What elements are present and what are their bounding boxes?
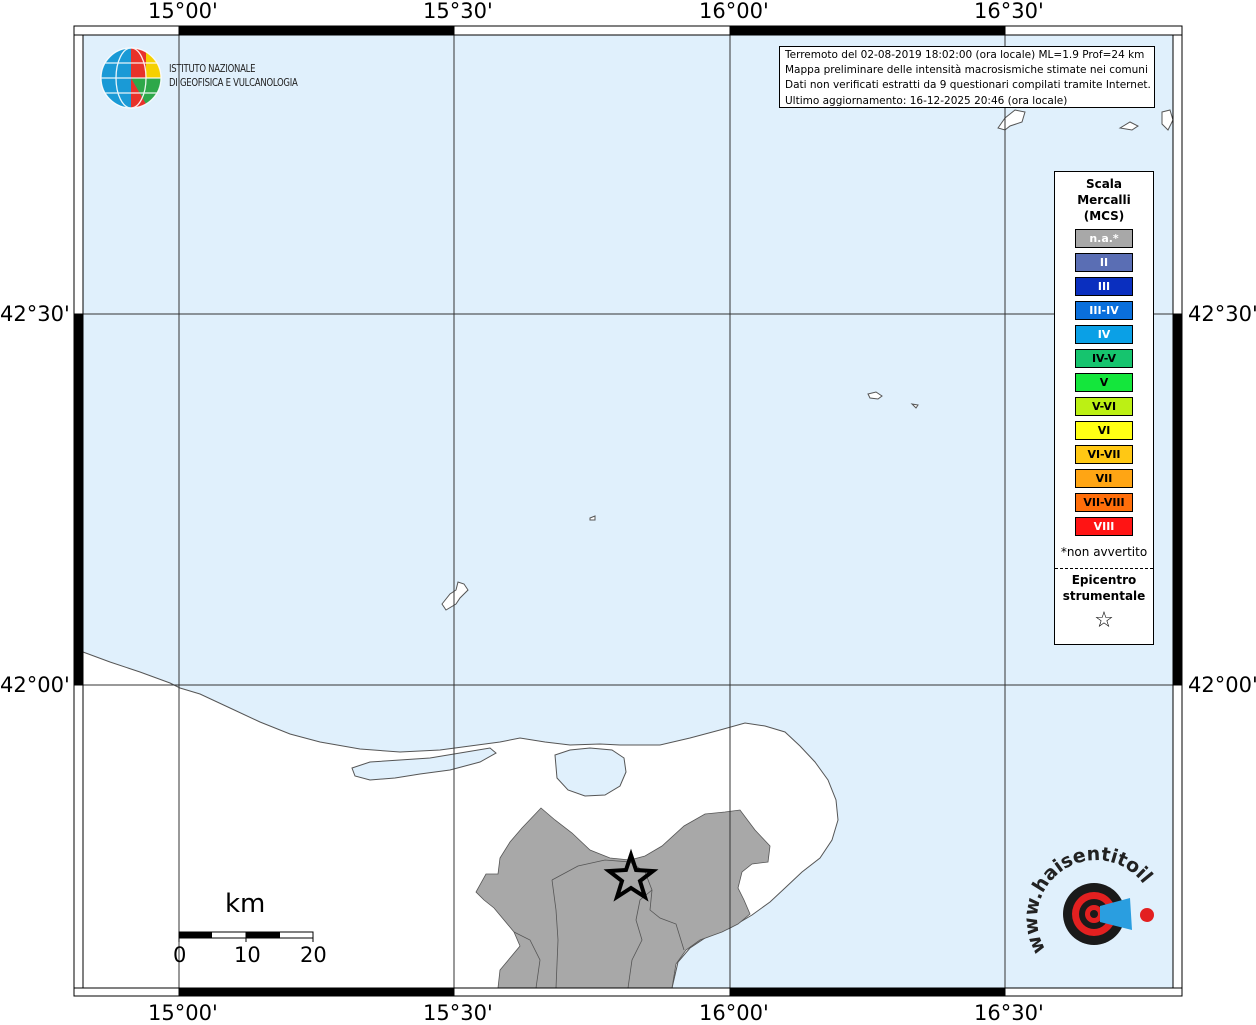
institute-name-line1: ISTITUTO NAZIONALE — [169, 63, 256, 75]
event-info-line2: Mappa preliminare delle intensità macros… — [785, 64, 1148, 77]
lon-label-bottom-1: 15°00' — [148, 1001, 218, 1025]
legend-swatch: n.a.* — [1075, 229, 1133, 248]
legend-title-line3: (MCS) — [1083, 209, 1125, 223]
legend-swatch: VIII — [1075, 517, 1133, 536]
legend-swatch: VI — [1075, 421, 1133, 440]
institute-name-line2: DI GEOFISICA E VULCANOLOGIA — [169, 77, 298, 89]
legend-swatch: V — [1075, 373, 1133, 392]
lon-label-bottom-4: 16°30' — [974, 1001, 1044, 1025]
legend-swatch: IV — [1075, 325, 1133, 344]
lat-label-left-1: 42°30' — [0, 302, 70, 326]
lat-label-left-2: 42°00' — [0, 673, 70, 697]
legend-swatch: VI-VII — [1075, 445, 1133, 464]
legend-epicenter-label-line2: strumentale — [1062, 589, 1146, 603]
event-info-box: Terremoto del 02-08-2019 18:02:00 (ora l… — [779, 46, 1155, 108]
lon-label-bottom-3: 16°00' — [699, 1001, 769, 1025]
lon-label-bottom-2: 15°30' — [423, 1001, 493, 1025]
legend-swatch: IV-V — [1075, 349, 1133, 368]
lat-label-right-2: 42°00' — [1188, 673, 1256, 697]
scale-bar-label-0: 0 — [173, 943, 187, 967]
legend-swatch: VII — [1075, 469, 1133, 488]
legend-swatch: III-IV — [1075, 301, 1133, 320]
legend-swatch: II — [1075, 253, 1133, 272]
lat-label-right-1: 42°30' — [1188, 302, 1256, 326]
ingv-globe-icon — [100, 47, 162, 109]
legend-footnote: *non avvertito — [1060, 545, 1148, 559]
legend-swatch: V-VI — [1075, 397, 1133, 416]
scale-bar-unit: km — [225, 889, 266, 919]
legend-title-line2: Mercalli — [1077, 193, 1131, 207]
event-info-line4: Ultimo aggiornamento: 16-12-2025 20:46 (… — [785, 94, 1068, 107]
legend-epicenter-label-line1: Epicentro — [1071, 573, 1137, 587]
legend-swatch: III — [1075, 277, 1133, 296]
event-info-line1: Terremoto del 02-08-2019 18:02:00 (ora l… — [785, 49, 1145, 61]
lon-label-top-4: 16°30' — [974, 0, 1044, 23]
legend-star-icon: ☆ — [1094, 608, 1114, 633]
lon-label-top-1: 15°00' — [148, 0, 218, 23]
legend-title-line1: Scala — [1085, 177, 1123, 191]
mcs-legend: Scala Mercalli (MCS) n.a.* II III III-IV IV I… — [1054, 171, 1154, 645]
legend-divider — [1055, 568, 1153, 569]
scale-bar-label-20: 20 — [300, 943, 327, 967]
event-info-line3: Dati non verificati estratti da 9 questi… — [785, 79, 1151, 92]
lon-label-top-2: 15°30' — [423, 0, 493, 23]
scale-bar-label-10: 10 — [234, 943, 261, 967]
legend-swatch: VII-VIII — [1075, 493, 1133, 512]
lon-label-top-3: 16°00' — [699, 0, 769, 23]
